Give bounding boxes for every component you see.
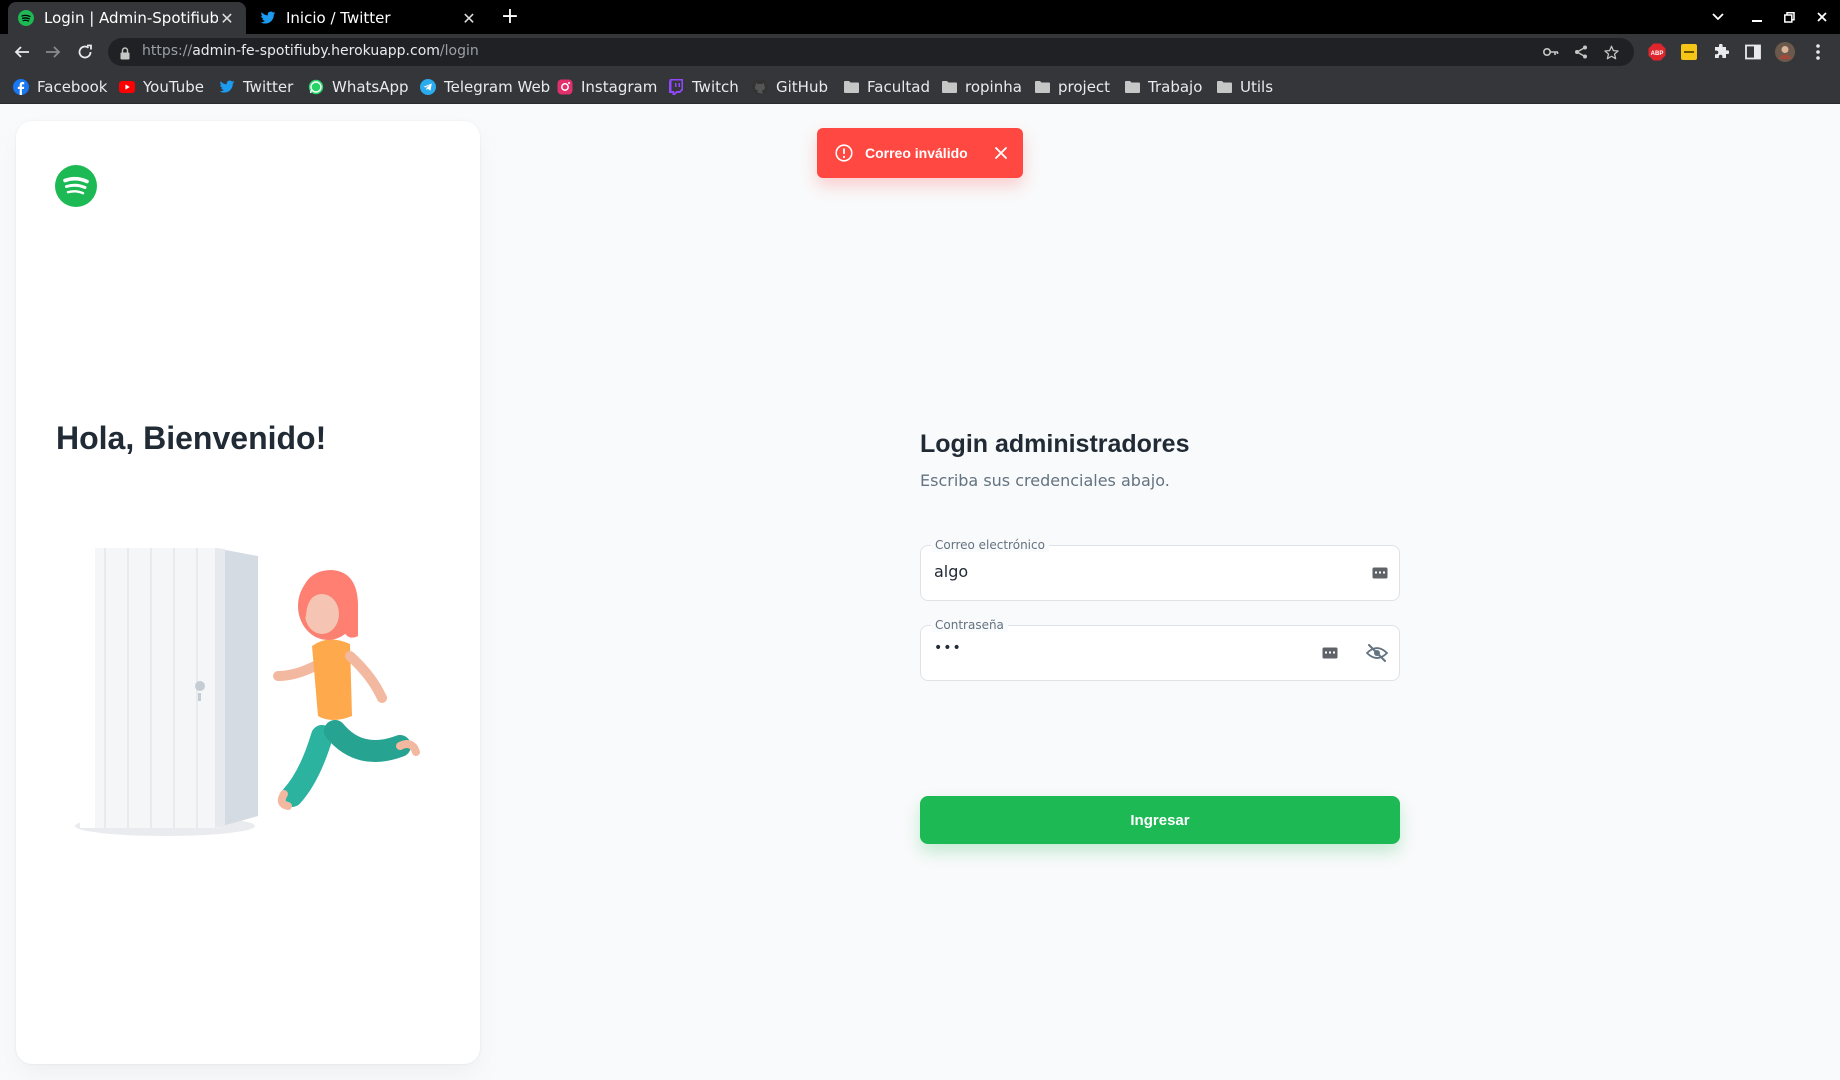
bookmark-folder-utils[interactable]: Utils — [1216, 77, 1273, 97]
bookmark-label: Facultad — [867, 78, 930, 96]
address-bar[interactable]: https://admin-fe-spotifiuby.herokuapp.co… — [108, 38, 1634, 66]
tab-search-icon[interactable] — [1702, 0, 1734, 34]
bookmark-instagram[interactable]: Instagram — [557, 77, 657, 97]
folder-icon — [1124, 79, 1140, 95]
twitch-icon — [668, 79, 684, 95]
svg-text:ABP: ABP — [1651, 51, 1664, 57]
bookmark-label: Facebook — [37, 78, 108, 96]
sidepanel-icon[interactable] — [1743, 42, 1763, 62]
login-submit-button[interactable]: Ingresar — [920, 796, 1400, 844]
tab-close-icon[interactable]: ✕ — [460, 9, 478, 28]
twitter-icon — [260, 10, 276, 26]
password-value[interactable]: ••• — [934, 640, 962, 656]
welcome-card: Hola, Bienvenido! — [16, 121, 480, 1064]
email-field[interactable]: Correo electrónico algo — [920, 538, 1400, 601]
folder-icon — [843, 79, 859, 95]
new-tab-button[interactable]: + — [497, 4, 523, 30]
whatsapp-icon — [308, 79, 324, 95]
bookmark-folder-facultad[interactable]: Facultad — [843, 77, 930, 97]
bookmark-twitter[interactable]: Twitter — [219, 77, 293, 97]
password-field[interactable]: Contraseña ••• — [920, 618, 1400, 681]
door-running-person-illustration — [75, 548, 420, 836]
email-value[interactable]: algo — [934, 562, 968, 581]
tab-twitter[interactable]: Inicio / Twitter ✕ — [250, 2, 488, 34]
close-window-icon[interactable] — [1806, 0, 1838, 34]
bookmarks-bar: Facebook YouTube Twitter WhatsApp Telegr… — [0, 70, 1840, 104]
bookmark-label: ropinha — [965, 78, 1022, 96]
bookmark-label: Utils — [1240, 78, 1274, 96]
bookmark-label: Trabajo — [1148, 78, 1203, 96]
password-label: Contraseña — [931, 618, 1008, 632]
url-text: https://admin-fe-spotifiuby.herokuapp.co… — [142, 43, 479, 59]
bookmark-facebook[interactable]: Facebook — [13, 77, 107, 97]
spotify-icon — [18, 10, 34, 26]
share-icon[interactable] — [1572, 43, 1590, 61]
bookmark-telegram[interactable]: Telegram Web — [420, 77, 550, 97]
toast-message: Correo inválido — [865, 145, 968, 161]
key-icon[interactable] — [1542, 43, 1560, 61]
puzzle-icon[interactable] — [1711, 42, 1731, 62]
bookmark-label: Telegram Web — [444, 78, 551, 96]
reload-icon[interactable] — [73, 40, 97, 64]
bookmark-github[interactable]: GitHub — [752, 77, 828, 97]
star-icon[interactable] — [1602, 43, 1620, 61]
youtube-icon — [119, 79, 135, 95]
bookmark-label: Twitter — [243, 78, 294, 96]
bookmark-folder-ropinha[interactable]: ropinha — [941, 77, 1022, 97]
tab-close-icon[interactable]: ✕ — [218, 9, 236, 28]
login-title: Login administradores — [920, 430, 1190, 458]
bookmark-whatsapp[interactable]: WhatsApp — [308, 77, 409, 97]
minimize-icon[interactable] — [1741, 0, 1773, 34]
password-manager-icon[interactable] — [1371, 564, 1389, 582]
github-icon — [752, 79, 768, 95]
browser-toolbar: https://admin-fe-spotifiuby.herokuapp.co… — [0, 34, 1840, 70]
bookmark-label: Instagram — [581, 78, 658, 96]
abp-icon[interactable]: ABP — [1647, 42, 1667, 62]
running-person-icon — [273, 570, 420, 810]
eye-off-icon[interactable] — [1366, 644, 1388, 662]
bookmark-label: Twitch — [692, 78, 739, 96]
password-manager-icon[interactable] — [1321, 644, 1339, 662]
bookmark-folder-project[interactable]: project — [1034, 77, 1110, 97]
restore-icon[interactable] — [1773, 0, 1805, 34]
tab-login-admin[interactable]: Login | Admin-Spotifiuby ✕ — [8, 2, 246, 34]
browser-tab-bar: Login | Admin-Spotifiuby ✕ Inicio / Twit… — [0, 0, 1840, 34]
folder-icon — [941, 79, 957, 95]
profile-avatar[interactable] — [1775, 42, 1795, 62]
close-icon[interactable] — [993, 145, 1009, 161]
forward-arrow-icon[interactable] — [41, 40, 65, 64]
bookmark-youtube[interactable]: YouTube — [119, 77, 204, 97]
keep-icon[interactable] — [1679, 42, 1699, 62]
bookmark-label: project — [1058, 78, 1111, 96]
login-subtitle: Escriba sus credenciales abajo. — [920, 471, 1170, 490]
back-arrow-icon[interactable] — [10, 40, 34, 64]
bookmark-label: WhatsApp — [332, 78, 409, 96]
twitter-icon — [219, 79, 235, 95]
bookmark-twitch[interactable]: Twitch — [668, 77, 739, 97]
facebook-icon — [13, 79, 29, 95]
tab-title: Inicio / Twitter — [286, 9, 391, 27]
folder-icon — [1216, 79, 1232, 95]
menu-icon[interactable] — [1808, 42, 1828, 62]
instagram-icon — [557, 79, 573, 95]
tab-title: Login | Admin-Spotifiuby — [44, 9, 218, 27]
bookmark-label: GitHub — [776, 78, 828, 96]
folder-icon — [1034, 79, 1050, 95]
telegram-icon — [420, 79, 436, 95]
spotify-logo[interactable] — [55, 165, 97, 207]
bookmark-label: YouTube — [143, 78, 204, 96]
welcome-heading: Hola, Bienvenido! — [56, 420, 327, 456]
lock-icon[interactable] — [120, 45, 130, 64]
email-label: Correo electrónico — [931, 538, 1049, 552]
login-form: Login administradores Escriba sus creden… — [920, 430, 1400, 844]
page-content: Hola, Bienvenido! Correo inválido Login … — [0, 105, 1840, 1080]
error-toast: Correo inválido — [817, 128, 1023, 178]
alert-circle-icon — [835, 144, 853, 162]
bookmark-folder-trabajo[interactable]: Trabajo — [1124, 77, 1202, 97]
